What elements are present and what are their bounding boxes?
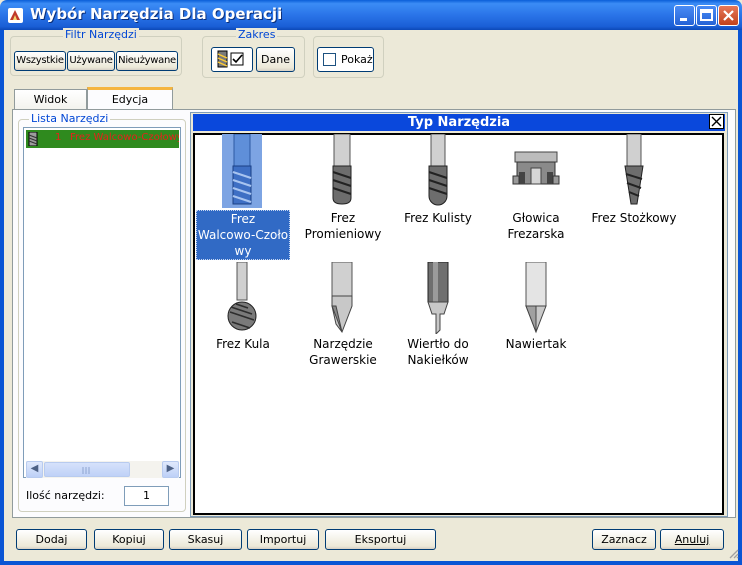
engraving-tool-icon[interactable] xyxy=(322,261,362,334)
add-button[interactable]: Dodaj xyxy=(16,529,87,550)
filter-group-title: Filtr Narzędzi xyxy=(63,28,139,41)
tool-label-spot-drill[interactable]: Nawiertak xyxy=(489,336,583,352)
range-group-title: Zakres xyxy=(236,28,278,41)
window-title: Wybór Narzędzia Dla Operacji xyxy=(30,5,283,23)
export-button[interactable]: Eksportuj xyxy=(325,529,436,550)
scroll-left-button[interactable]: ◀ xyxy=(26,461,43,478)
ball-mill-icon[interactable] xyxy=(418,133,458,208)
end-mill-small-icon xyxy=(28,131,38,148)
close-icon xyxy=(723,10,734,21)
filter-unused-button[interactable]: Nieużywane xyxy=(116,51,178,71)
import-button[interactable]: Importuj xyxy=(247,529,319,550)
tool-check-icon xyxy=(217,50,244,68)
center-drill-icon[interactable] xyxy=(418,261,458,336)
minimize-icon xyxy=(680,18,687,21)
tab-view[interactable]: Widok xyxy=(14,89,87,109)
delete-button[interactable]: Skasuj xyxy=(169,529,242,550)
app-icon xyxy=(7,7,24,24)
tool-label-end-mill[interactable]: Frez Walcowo-Czoło wy xyxy=(196,210,290,260)
tool-count-label: Ilość narzędzi: xyxy=(26,489,105,502)
maximize-button[interactable] xyxy=(696,5,717,26)
minimize-button[interactable] xyxy=(674,5,695,26)
window-frame-right xyxy=(738,30,742,565)
data-button[interactable]: Dane xyxy=(256,47,295,72)
filter-all-button[interactable]: Wszystkie xyxy=(14,51,66,71)
scroll-thumb[interactable] xyxy=(44,462,130,477)
range-toggle-button[interactable] xyxy=(211,47,253,72)
show-toggle-button[interactable]: Pokaż xyxy=(317,47,374,72)
tool-list[interactable] xyxy=(23,127,181,478)
tool-label-engraving-tool[interactable]: Narzędzie Grawerskie xyxy=(296,336,390,368)
tool-count-field: 1 xyxy=(124,486,169,506)
filter-used-button[interactable]: Używane xyxy=(67,51,115,71)
grip-icon xyxy=(82,467,90,474)
tool-label-radius-mill[interactable]: Frez Promieniowy xyxy=(296,210,390,242)
tool-type-title: Typ Narzędzia xyxy=(193,114,725,131)
resize-grip-icon[interactable] xyxy=(727,547,739,559)
tool-list-title: Lista Narzędzi xyxy=(29,112,111,125)
tool-label-center-drill[interactable]: Wiertło do Nakiełków xyxy=(391,336,485,368)
tab-edit[interactable]: Edycja xyxy=(87,87,173,111)
taper-mill-icon[interactable] xyxy=(614,133,654,208)
close-panel-button[interactable] xyxy=(709,114,724,129)
tool-label-face-mill-head[interactable]: Głowica Frezarska xyxy=(489,210,583,242)
maximize-icon xyxy=(700,9,713,21)
face-mill-head-icon[interactable] xyxy=(511,148,561,190)
window-frame-left xyxy=(0,30,4,565)
list-item-number: 1 xyxy=(55,132,62,143)
tool-label-ball-mill[interactable]: Frez Kulisty xyxy=(391,210,485,226)
scroll-right-button[interactable]: ▶ xyxy=(162,461,179,478)
tool-label-ball-cutter[interactable]: Frez Kula xyxy=(196,336,290,352)
window-frame-bottom xyxy=(0,561,742,565)
close-icon xyxy=(711,116,722,127)
ball-cutter-icon[interactable] xyxy=(222,261,262,334)
tool-label-taper-mill[interactable]: Frez Stożkowy xyxy=(587,210,681,226)
list-item-label: Frez Walcowo-Czołowy xyxy=(70,132,179,143)
radius-mill-icon[interactable] xyxy=(322,133,362,208)
end-mill-icon[interactable] xyxy=(222,133,262,208)
mark-button[interactable]: Zaznacz xyxy=(592,529,656,550)
list-item[interactable]: 1 Frez Walcowo-Czołowy xyxy=(26,130,179,148)
show-checkbox-label: Pokaż xyxy=(341,53,373,66)
show-checkbox[interactable] xyxy=(323,53,336,66)
copy-button[interactable]: Kopiuj xyxy=(94,529,164,550)
cancel-button[interactable]: Anuluj xyxy=(660,529,724,550)
close-button[interactable] xyxy=(718,5,739,26)
spot-drill-icon[interactable] xyxy=(516,261,556,334)
